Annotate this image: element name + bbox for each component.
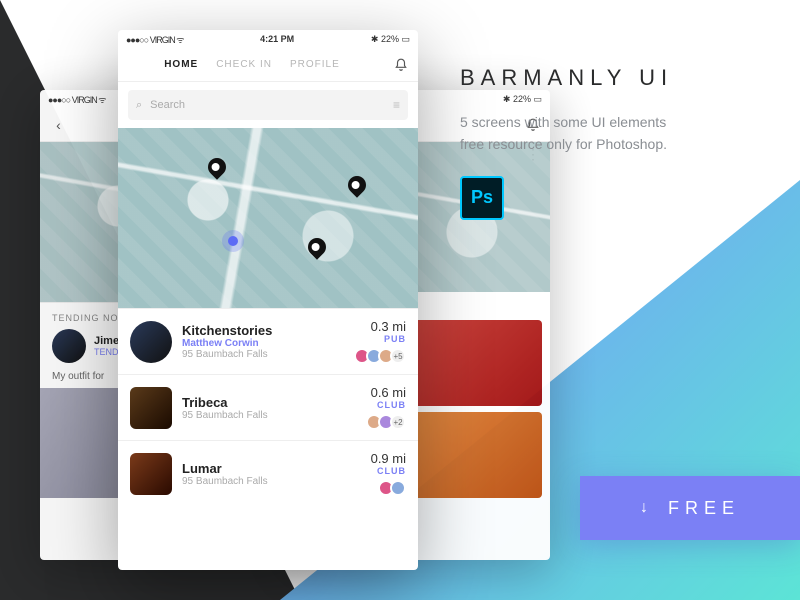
free-label: FREE bbox=[668, 498, 740, 519]
venue-thumb bbox=[130, 453, 172, 495]
venue-subtitle: Matthew Corwin bbox=[182, 338, 348, 349]
photoshop-icon: Ps bbox=[460, 176, 504, 220]
back-button[interactable]: ‹ bbox=[50, 117, 68, 133]
tab-home[interactable]: HOME bbox=[164, 59, 198, 70]
venue-name: Tribeca bbox=[182, 395, 360, 410]
avatar bbox=[52, 329, 86, 363]
promo-line1: 5 screens with some UI elements bbox=[460, 111, 760, 133]
bell-icon[interactable] bbox=[394, 58, 408, 72]
venue-thumb bbox=[130, 321, 172, 363]
venue-name: Lumar bbox=[182, 461, 361, 476]
nav-tabs: HOME CHECK IN PROFILE bbox=[118, 48, 418, 82]
search-icon: ⌕ bbox=[136, 99, 142, 112]
filter-icon[interactable]: ≡ bbox=[393, 98, 400, 112]
venue-tag: CLUB bbox=[371, 466, 406, 476]
venue-distance: 0.3 mi bbox=[358, 319, 406, 334]
venue-tag: CLUB bbox=[370, 400, 406, 410]
venue-address: 95 Baumbach Falls bbox=[182, 410, 360, 421]
search-placeholder: Search bbox=[150, 99, 185, 111]
attendee-avatars: +2 bbox=[370, 414, 406, 430]
promo-block: BARMANLY UI 5 screens with some UI eleme… bbox=[460, 65, 760, 220]
phone-screen-main: ●●●○○ VIRGIN ᯤ 4:21 PM ✱ 22% ▭ HOME CHEC… bbox=[118, 30, 418, 570]
attendee-avatars: +5 bbox=[358, 348, 406, 364]
status-time: 4:21 PM bbox=[260, 34, 294, 44]
venue-distance: 0.9 mi bbox=[371, 451, 406, 466]
search-input[interactable]: ⌕ Search ≡ bbox=[128, 90, 408, 120]
venue-row[interactable]: Lumar 95 Baumbach Falls 0.9 mi CLUB bbox=[118, 440, 418, 506]
venue-row[interactable]: Kitchenstories Matthew Corwin 95 Baumbac… bbox=[118, 308, 418, 374]
venue-name: Kitchenstories bbox=[182, 323, 348, 338]
avatar-more[interactable]: +5 bbox=[390, 348, 406, 364]
phone-stage: ●●●○○ VIRGIN ᯤ 4:21 PM ✱ 22% ▭ ‹ TENDING… bbox=[40, 30, 500, 590]
map-view[interactable] bbox=[118, 128, 418, 308]
free-download-button[interactable]: ↓ FREE bbox=[580, 476, 800, 540]
map-pin-icon[interactable] bbox=[344, 172, 369, 197]
tab-profile[interactable]: PROFILE bbox=[290, 59, 340, 70]
attendee-avatars bbox=[371, 480, 406, 496]
venue-address: 95 Baumbach Falls bbox=[182, 349, 348, 360]
battery-icon: ✱ 22% ▭ bbox=[371, 34, 410, 45]
avatar-more[interactable]: +2 bbox=[390, 414, 406, 430]
map-pin-icon[interactable] bbox=[204, 154, 229, 179]
venue-tag: PUB bbox=[358, 334, 406, 344]
signal-icon: ●●●○○ VIRGIN ᯤ bbox=[48, 93, 105, 106]
signal-icon: ●●●○○ VIRGIN ᯤ bbox=[126, 33, 183, 46]
venue-row[interactable]: Tribeca 95 Baumbach Falls 0.6 mi CLUB +2 bbox=[118, 374, 418, 440]
status-bar: ●●●○○ VIRGIN ᯤ 4:21 PM ✱ 22% ▭ bbox=[118, 30, 418, 48]
venue-address: 95 Baumbach Falls bbox=[182, 476, 361, 487]
promo-line2: free resource only for Photoshop. bbox=[460, 133, 760, 155]
venue-list: Kitchenstories Matthew Corwin 95 Baumbac… bbox=[118, 308, 418, 506]
venue-distance: 0.6 mi bbox=[370, 385, 406, 400]
promo-title: BARMANLY UI bbox=[460, 65, 760, 91]
avatar bbox=[390, 480, 406, 496]
download-arrow-icon: ↓ bbox=[640, 499, 654, 517]
venue-thumb bbox=[130, 387, 172, 429]
my-location-icon bbox=[228, 236, 238, 246]
tab-checkin[interactable]: CHECK IN bbox=[216, 59, 272, 70]
map-pin-icon[interactable] bbox=[304, 234, 329, 259]
